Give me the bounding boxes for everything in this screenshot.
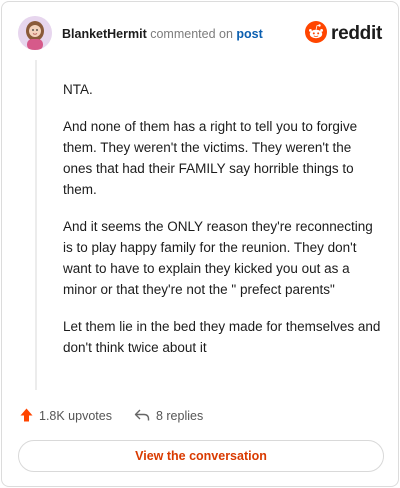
comment-paragraph: Let them lie in the bed they made for th… (63, 319, 381, 355)
byline: BlanketHermit commented on post (62, 27, 263, 41)
view-conversation-button[interactable]: View the conversation (18, 440, 384, 472)
upvote-count: 1.8K upvotes (39, 409, 112, 423)
reddit-wordmark: reddit (331, 23, 382, 44)
reddit-brand[interactable]: reddit (305, 20, 382, 48)
author-name[interactable]: BlanketHermit (62, 27, 147, 41)
comment-paragraph: And none of them has a right to tell you… (63, 119, 358, 197)
comment-paragraph: NTA. (63, 82, 93, 97)
comment-actions: 1.8K upvotes 8 replies (20, 406, 203, 426)
replies-button[interactable]: 8 replies (134, 408, 203, 425)
user-avatar[interactable] (18, 16, 52, 50)
upvote-arrow-icon (20, 408, 33, 425)
reply-count: 8 replies (155, 409, 204, 423)
comment-paragraph: And it seems the ONLY reason they're rec… (63, 219, 373, 297)
reply-arrow-icon (134, 408, 150, 425)
commented-on-label: commented on (150, 27, 233, 41)
reddit-snoo-icon (305, 20, 328, 48)
thread-line (35, 60, 37, 390)
embedded-comment-card: BlanketHermit commented on post reddit N… (1, 1, 399, 487)
upvote-button[interactable]: 1.8K upvotes (20, 408, 112, 425)
comment-body: NTA. And none of them has a right to tel… (63, 79, 381, 374)
post-link[interactable]: post (236, 27, 262, 41)
comment-header: BlanketHermit commented on post reddit (18, 16, 382, 52)
